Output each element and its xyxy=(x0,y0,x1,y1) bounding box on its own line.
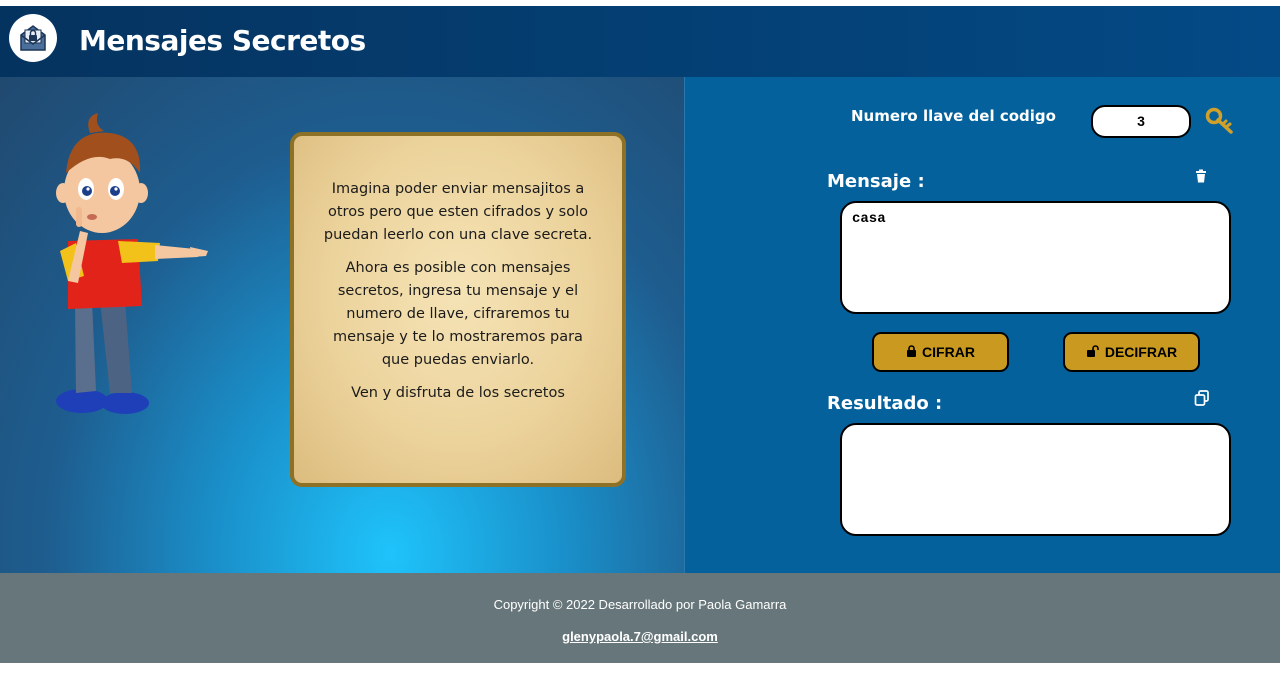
copyright-text: Copyright © 2022 Desarrollado por Paola … xyxy=(493,597,787,612)
boy-illustration xyxy=(56,113,208,414)
app-header: Mensajes Secretos xyxy=(0,6,1280,77)
info-paragraph: Imagina poder enviar mensajitos a otros … xyxy=(323,181,593,243)
message-textarea[interactable]: casa xyxy=(840,201,1231,314)
info-paragraph: Ven y disfruta de los secretos xyxy=(351,385,565,401)
result-textarea[interactable] xyxy=(840,423,1231,536)
intro-panel: Imagina poder enviar mensajitos a otros … xyxy=(0,77,684,573)
email-link[interactable]: glenypaola.7@gmail.com xyxy=(0,629,1280,644)
key-label: Numero llave del codigo xyxy=(851,107,1056,125)
footer: Copyright © 2022 Desarrollado por Paola … xyxy=(0,573,1280,663)
key-number-input[interactable]: 3 xyxy=(1091,105,1191,138)
app-title: Mensajes Secretos xyxy=(79,24,366,57)
copy-icon[interactable] xyxy=(1194,390,1210,411)
decipher-button-label: DECIFRAR xyxy=(1104,344,1178,360)
info-paragraph: Ahora es posible con mensajes secretos, … xyxy=(333,260,583,368)
lock-icon xyxy=(906,344,917,360)
decipher-button[interactable]: DECIFRAR xyxy=(1063,332,1200,372)
cipher-form: Numero llave del codigo 3 Mensaje : casa… xyxy=(684,77,1280,573)
trash-icon[interactable] xyxy=(1194,169,1208,188)
info-card: Imagina poder enviar mensajitos a otros … xyxy=(290,132,626,487)
envelope-lock-icon xyxy=(9,14,57,62)
key-icon xyxy=(1205,106,1235,141)
unlock-icon xyxy=(1086,344,1100,360)
message-label: Mensaje : xyxy=(827,171,925,192)
cipher-button-label: CIFRAR xyxy=(922,344,975,360)
result-label: Resultado : xyxy=(827,393,943,414)
cipher-button[interactable]: CIFRAR xyxy=(872,332,1009,372)
